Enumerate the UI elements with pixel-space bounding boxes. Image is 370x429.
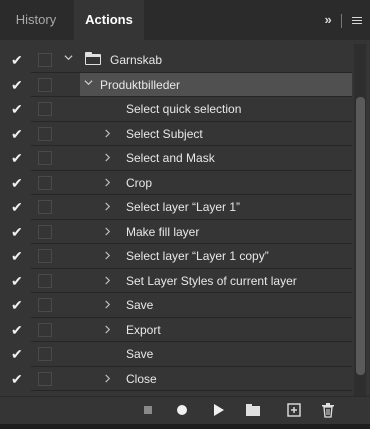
toggle-dialog-box[interactable]: [38, 249, 52, 263]
toggle-item-check-icon[interactable]: ✔: [11, 371, 25, 387]
actions-list: ✔ Garnskab ✔ Produktbilleder ✔ Select quick s…: [0, 48, 352, 396]
tab-history[interactable]: History: [0, 0, 72, 40]
toggle-dialog-box[interactable]: [38, 151, 52, 165]
action-item-label: Select layer “Layer 1”: [126, 200, 241, 214]
action-item-label: Garnskab: [110, 53, 163, 67]
toggle-dialog-box[interactable]: [38, 347, 52, 361]
action-item-label: Make fill layer: [126, 224, 200, 239]
toggle-dialog-box[interactable]: [38, 200, 52, 214]
actions-panel: History Actions » ✔ Garnskab ✔ Produktbille…: [0, 0, 370, 429]
tab-actions[interactable]: Actions: [74, 0, 144, 40]
toggle-dialog-box[interactable]: [38, 102, 52, 116]
new-set-folder-icon[interactable]: [245, 402, 261, 418]
panel-tab-bar: History Actions »: [0, 0, 370, 40]
chevron-right-icon[interactable]: [103, 324, 112, 334]
action-list-row[interactable]: ✔ Select layer “Layer 1”: [0, 195, 352, 220]
action-list-row[interactable]: ✔ Export: [0, 318, 352, 342]
toggle-item-check-icon[interactable]: ✔: [11, 175, 25, 191]
play-icon[interactable]: [210, 402, 226, 418]
action-list-row[interactable]: ✔ Select quick selection: [0, 97, 352, 122]
toggle-dialog-box[interactable]: [38, 77, 52, 92]
toggle-dialog-box[interactable]: [38, 126, 52, 141]
chevron-right-icon[interactable]: [103, 226, 112, 236]
folder-icon: [85, 52, 101, 65]
action-item-label: Save: [126, 298, 154, 312]
chevron-right-icon[interactable]: [103, 251, 112, 260]
row-divider: [31, 390, 352, 391]
action-list-row[interactable]: ✔ Produktbilleder: [0, 72, 352, 97]
action-list-row[interactable]: ✔ Crop: [0, 171, 352, 195]
chevron-right-icon[interactable]: [103, 153, 112, 162]
chevron-right-icon[interactable]: [103, 177, 112, 187]
action-list-row[interactable]: ✔ Save: [0, 342, 352, 367]
toggle-item-check-icon[interactable]: ✔: [11, 150, 25, 166]
record-icon[interactable]: [174, 402, 190, 418]
chevron-right-icon[interactable]: [103, 373, 112, 383]
action-item-label: Save: [126, 347, 154, 361]
action-list-row[interactable]: ✔ Make fill layer: [0, 220, 352, 244]
toggle-dialog-box[interactable]: [38, 322, 52, 337]
toggle-item-check-icon[interactable]: ✔: [11, 77, 25, 93]
action-list-row[interactable]: ✔ Garnskab: [0, 48, 352, 73]
action-item-label: Select layer “Layer 1 copy”: [126, 249, 269, 263]
toggle-dialog-box[interactable]: [38, 175, 52, 190]
toggle-dialog-box[interactable]: [38, 371, 52, 386]
action-item-label: Select Subject: [126, 126, 203, 141]
action-item-label: Select quick selection: [126, 102, 242, 116]
collapse-panel-button[interactable]: »: [325, 12, 332, 27]
stop-icon[interactable]: [140, 402, 156, 418]
chevron-right-icon[interactable]: [103, 128, 112, 138]
toggle-item-check-icon[interactable]: ✔: [11, 52, 25, 68]
toggle-item-check-icon[interactable]: ✔: [11, 101, 25, 117]
action-item-label: Set Layer Styles of current layer: [126, 273, 297, 288]
toggle-dialog-box[interactable]: [38, 273, 52, 288]
delete-icon[interactable]: [320, 402, 336, 418]
toggle-item-check-icon[interactable]: ✔: [11, 346, 25, 362]
chevron-right-icon[interactable]: [103, 275, 112, 285]
chevron-down-icon[interactable]: [84, 78, 93, 87]
toggle-item-check-icon[interactable]: ✔: [11, 297, 25, 313]
action-list-row[interactable]: ✔ Select and Mask: [0, 146, 352, 171]
panel-bottom-edge: [0, 424, 370, 429]
action-list-row[interactable]: ✔ Select Subject: [0, 122, 352, 146]
chevron-down-icon[interactable]: [64, 53, 73, 62]
action-item-label: Export: [126, 322, 161, 337]
scrollbar-thumb[interactable]: [356, 97, 365, 375]
toggle-item-check-icon[interactable]: ✔: [11, 322, 25, 338]
row-background: [58, 48, 352, 72]
toggle-dialog-box[interactable]: [38, 53, 52, 67]
toggle-item-check-icon[interactable]: ✔: [11, 248, 25, 264]
action-item-label: Select and Mask: [126, 151, 215, 165]
action-item-label: Crop: [126, 175, 153, 190]
toggle-item-check-icon[interactable]: ✔: [11, 224, 25, 240]
chevron-right-icon[interactable]: [103, 300, 112, 309]
panel-controls: »: [325, 0, 362, 40]
toggle-dialog-box[interactable]: [38, 224, 52, 239]
actions-toolbar: [0, 396, 370, 425]
action-item-label: Produktbilleder: [100, 77, 181, 92]
action-list-row[interactable]: ✔ Select layer “Layer 1 copy”: [0, 244, 352, 269]
panel-menu-icon[interactable]: [352, 15, 362, 26]
action-list-row[interactable]: ✔ Set Layer Styles of current layer: [0, 269, 352, 293]
action-item-label: Close: [126, 371, 157, 386]
toggle-dialog-box[interactable]: [38, 298, 52, 312]
action-list-row[interactable]: ✔ Save: [0, 293, 352, 318]
chevron-right-icon[interactable]: [103, 202, 112, 211]
action-list-row[interactable]: ✔ Close: [0, 367, 352, 391]
divider: [341, 13, 343, 28]
toggle-item-check-icon[interactable]: ✔: [11, 273, 25, 289]
toggle-item-check-icon[interactable]: ✔: [11, 199, 25, 215]
toggle-item-check-icon[interactable]: ✔: [11, 126, 25, 142]
new-action-icon[interactable]: [286, 402, 302, 418]
